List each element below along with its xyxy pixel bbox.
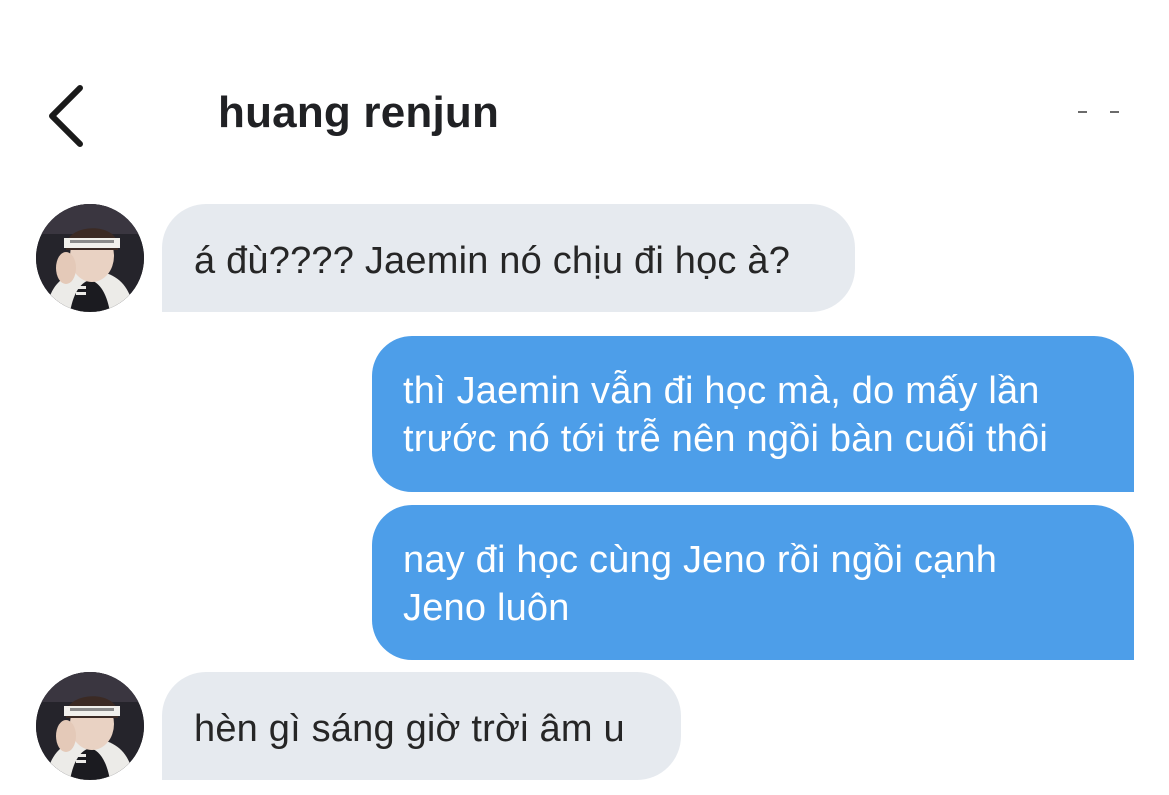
message-text: thì Jaemin vẫn đi học mà, do mấy lần bbox=[403, 370, 1040, 412]
more-dots-icon bbox=[1110, 111, 1119, 113]
chevron-left-icon bbox=[49, 85, 83, 147]
chat-header: huang renjun bbox=[0, 0, 1169, 170]
avatar-photo bbox=[36, 672, 144, 780]
incoming-message-bubble[interactable]: hèn gì sáng giờ trời âm u bbox=[162, 672, 681, 780]
more-options-button[interactable] bbox=[1070, 100, 1130, 124]
message-text: trước nó tới trễ nên ngồi bàn cuối thôi bbox=[403, 418, 1048, 460]
message-text: Jeno luôn bbox=[403, 587, 570, 629]
avatar-photo bbox=[36, 204, 144, 312]
outgoing-message-bubble[interactable]: thì Jaemin vẫn đi học mà, do mấy lần trư… bbox=[372, 336, 1134, 492]
back-button[interactable] bbox=[40, 82, 100, 152]
contact-avatar[interactable] bbox=[36, 672, 144, 780]
contact-name[interactable]: huang renjun bbox=[218, 88, 499, 138]
message-text: hèn gì sáng giờ trời âm u bbox=[194, 708, 625, 750]
incoming-message-bubble[interactable]: á đù???? Jaemin nó chịu đi học à? bbox=[162, 204, 855, 312]
contact-avatar[interactable] bbox=[36, 204, 144, 312]
message-text: nay đi học cùng Jeno rồi ngồi cạnh bbox=[403, 539, 998, 581]
message-text: á đù???? Jaemin nó chịu đi học à? bbox=[194, 240, 791, 282]
outgoing-message-bubble[interactable]: nay đi học cùng Jeno rồi ngồi cạnh Jeno … bbox=[372, 505, 1134, 660]
more-dots-icon bbox=[1078, 111, 1087, 113]
